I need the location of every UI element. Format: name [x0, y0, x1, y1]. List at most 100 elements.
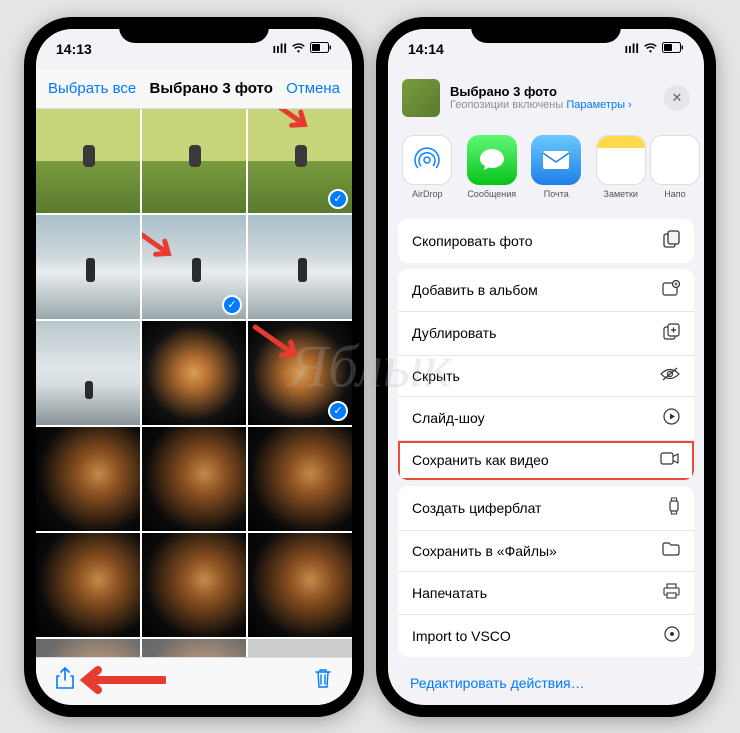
- app-mail[interactable]: Почта: [531, 135, 582, 199]
- action-watchface[interactable]: Создать циферблат: [398, 486, 694, 531]
- notes-icon: [596, 135, 646, 185]
- battery-icon: [310, 41, 332, 56]
- more-icon: [650, 135, 700, 185]
- app-airdrop[interactable]: AirDrop: [402, 135, 453, 199]
- status-icons: ııll: [273, 41, 332, 56]
- status-icons: ııll: [625, 41, 684, 56]
- share-subtitle: Геопозиции включены Параметры ›: [450, 99, 654, 111]
- photo-grid: ✓ ✓ ✓: [36, 109, 352, 705]
- notch: [471, 17, 621, 43]
- duplicate-icon: [663, 323, 680, 344]
- airdrop-icon: [402, 135, 452, 185]
- notch: [119, 17, 269, 43]
- signal-icon: ııll: [625, 41, 639, 56]
- edit-actions-link[interactable]: Редактировать действия…: [388, 663, 704, 703]
- play-icon: [663, 408, 680, 429]
- app-notes[interactable]: Заметки: [596, 135, 647, 199]
- photo-thumb[interactable]: [248, 533, 352, 637]
- share-icon[interactable]: [56, 667, 74, 695]
- close-icon[interactable]: ✕: [664, 85, 690, 111]
- annotation-arrow-icon: [142, 215, 183, 269]
- hide-icon: [660, 367, 680, 385]
- action-copy-photo[interactable]: Скопировать фото: [398, 219, 694, 263]
- app-label: Напо: [664, 189, 685, 199]
- wifi-icon: [643, 41, 658, 56]
- status-time: 14:14: [408, 41, 444, 57]
- mail-icon: [531, 135, 581, 185]
- photo-thumb[interactable]: [36, 533, 140, 637]
- photo-thumb[interactable]: [142, 109, 246, 213]
- copy-icon: [663, 230, 680, 252]
- video-icon: [660, 452, 680, 469]
- photo-thumb[interactable]: [36, 321, 140, 425]
- photo-thumb-selected[interactable]: ✓: [248, 321, 352, 425]
- photo-thumb[interactable]: [142, 533, 246, 637]
- share-app-row[interactable]: AirDrop Сообщения Почта Заметки: [388, 127, 704, 213]
- photo-thumb[interactable]: [36, 109, 140, 213]
- photo-thumb[interactable]: [248, 215, 352, 319]
- signal-icon: ııll: [273, 41, 287, 56]
- select-all-button[interactable]: Выбрать все: [48, 80, 136, 97]
- wifi-icon: [291, 41, 306, 56]
- action-label: Напечатать: [412, 585, 487, 601]
- action-label: Сохранить как видео: [412, 452, 549, 468]
- selected-check-icon: ✓: [222, 295, 242, 315]
- action-label: Скопировать фото: [412, 233, 533, 249]
- annotation-arrow-icon: [248, 321, 309, 370]
- battery-icon: [662, 41, 684, 56]
- navbar: Выбрать все Выбрано 3 фото Отмена: [36, 69, 352, 109]
- photo-thumb[interactable]: [142, 321, 246, 425]
- photo-thumb[interactable]: [36, 427, 140, 531]
- action-add-album[interactable]: Добавить в альбом: [398, 269, 694, 312]
- selected-check-icon: ✓: [328, 189, 348, 209]
- photo-thumb[interactable]: [248, 427, 352, 531]
- photo-thumb[interactable]: [36, 215, 140, 319]
- share-sheet-header: Выбрано 3 фото Геопозиции включены Парам…: [388, 69, 704, 127]
- photo-thumb-selected[interactable]: ✓: [142, 215, 246, 319]
- share-thumb: [402, 79, 440, 117]
- annotation-arrow-share-icon: [76, 665, 166, 695]
- action-group-main: Добавить в альбом Дублировать Скрыть Сла…: [398, 269, 694, 480]
- action-slideshow[interactable]: Слайд-шоу: [398, 397, 694, 441]
- share-title-box: Выбрано 3 фото Геопозиции включены Парам…: [450, 84, 654, 111]
- action-import-vsco[interactable]: Import to VSCO: [398, 615, 694, 657]
- app-messages[interactable]: Сообщения: [467, 135, 518, 199]
- action-save-files[interactable]: Сохранить в «Файлы»: [398, 531, 694, 572]
- action-label: Скрыть: [412, 368, 460, 384]
- app-label: Почта: [544, 189, 569, 199]
- action-label: Сохранить в «Файлы»: [412, 543, 557, 559]
- album-add-icon: [662, 280, 680, 300]
- screen-right: 14:14 ııll Выбрано 3 фото Геопозиции вкл…: [388, 29, 704, 705]
- share-options-link[interactable]: Параметры ›: [566, 99, 631, 111]
- action-label: Дублировать: [412, 325, 496, 341]
- annotation-arrow-icon: [257, 109, 320, 140]
- folder-icon: [662, 542, 680, 560]
- messages-icon: [467, 135, 517, 185]
- action-hide[interactable]: Скрыть: [398, 356, 694, 397]
- photo-thumb[interactable]: [142, 427, 246, 531]
- photo-thumb-selected[interactable]: ✓: [248, 109, 352, 213]
- screen-left: 14:13 ııll Выбрать все Выбрано 3 фото От…: [36, 29, 352, 705]
- app-label: Заметки: [604, 189, 638, 199]
- action-label: Создать циферблат: [412, 500, 541, 516]
- trash-icon[interactable]: [314, 668, 332, 694]
- action-label: Добавить в альбом: [412, 282, 538, 298]
- action-label: Import to VSCO: [412, 628, 511, 644]
- phone-right: 14:14 ııll Выбрано 3 фото Геопозиции вкл…: [376, 17, 716, 717]
- cancel-button[interactable]: Отмена: [286, 80, 340, 97]
- action-label: Слайд-шоу: [412, 410, 485, 426]
- vsco-icon: [664, 626, 680, 646]
- app-label: Сообщения: [467, 189, 516, 199]
- app-more[interactable]: Напо: [660, 135, 690, 199]
- action-save-video[interactable]: Сохранить как видео: [398, 441, 694, 480]
- share-title: Выбрано 3 фото: [450, 84, 654, 99]
- watch-icon: [668, 497, 680, 519]
- action-duplicate[interactable]: Дублировать: [398, 312, 694, 356]
- action-group-copy: Скопировать фото: [398, 219, 694, 263]
- print-icon: [663, 583, 680, 603]
- selected-check-icon: ✓: [328, 401, 348, 421]
- action-print[interactable]: Напечатать: [398, 572, 694, 615]
- status-time: 14:13: [56, 41, 92, 57]
- action-group-extra: Создать циферблат Сохранить в «Файлы» На…: [398, 486, 694, 657]
- nav-title: Выбрано 3 фото: [150, 80, 273, 97]
